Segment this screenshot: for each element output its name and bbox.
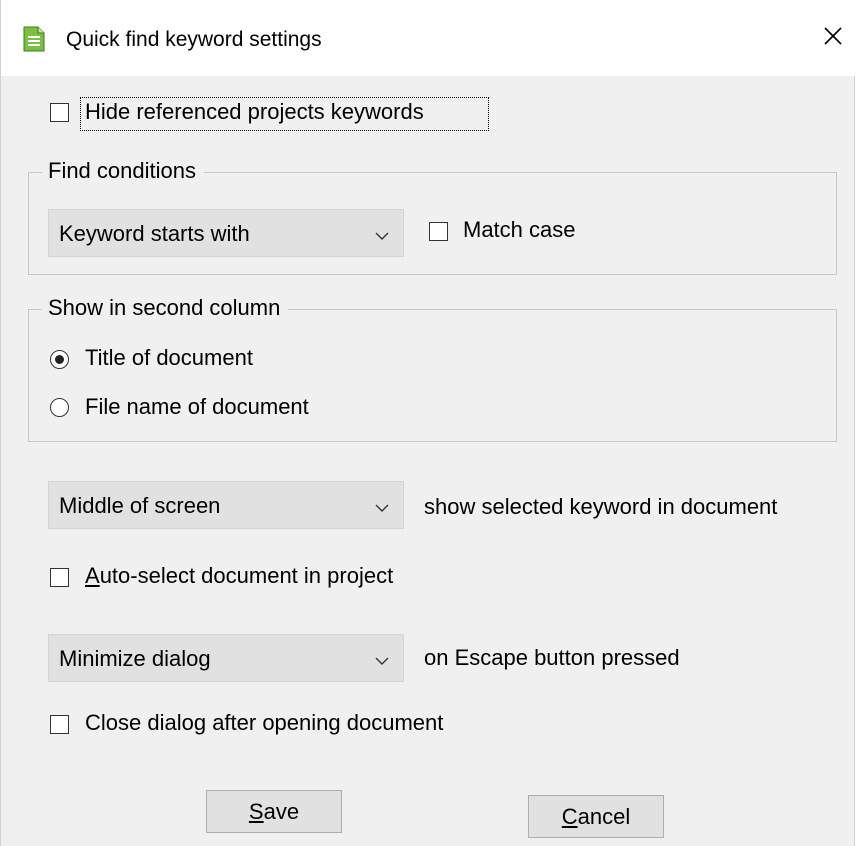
keyword-position-dropdown[interactable]: Middle of screen [48, 481, 404, 529]
cancel-label-rest: ancel [577, 803, 631, 829]
auto-select-checkbox[interactable] [50, 568, 69, 587]
file-name-of-document-label[interactable]: File name of document [85, 394, 309, 420]
title-bar: Quick find keyword settings [1, 0, 856, 76]
cancel-button-label: Cancel [562, 804, 630, 830]
save-label-rest: ave [263, 798, 300, 824]
chevron-down-icon [375, 228, 389, 240]
auto-select-mnemonic: A [85, 563, 100, 588]
match-case-checkbox[interactable] [429, 222, 448, 241]
close-icon [824, 26, 842, 50]
hide-referenced-label[interactable]: Hide referenced projects keywords [85, 99, 424, 125]
second-column-caption: Show in second column [42, 295, 289, 321]
keyword-position-value: Middle of screen [59, 493, 221, 518]
close-button[interactable] [813, 18, 853, 58]
auto-select-label-rest: uto-select document in project [99, 563, 394, 588]
cancel-button[interactable]: Cancel [528, 795, 664, 838]
match-case-label[interactable]: Match case [463, 217, 576, 243]
escape-action-value: Minimize dialog [59, 646, 211, 671]
escape-action-dropdown[interactable]: Minimize dialog [48, 634, 404, 682]
cancel-mnemonic: C [561, 803, 578, 829]
save-mnemonic: S [248, 798, 264, 824]
auto-select-label[interactable]: Auto-select document in project [85, 563, 393, 589]
radio-file-name-of-document[interactable] [50, 398, 69, 417]
escape-action-description: on Escape button pressed [424, 645, 680, 670]
save-button-label: Save [249, 799, 299, 825]
window-title: Quick find keyword settings [66, 28, 322, 51]
keyword-position-description: show selected keyword in document [424, 494, 778, 519]
settings-dialog: Quick find keyword settings Hide referen… [0, 0, 856, 846]
document-icon [23, 26, 45, 52]
radio-title-of-document[interactable] [50, 350, 69, 369]
find-conditions-caption: Find conditions [42, 158, 204, 184]
find-mode-value: Keyword starts with [59, 221, 250, 246]
second-column-group [28, 309, 837, 442]
find-mode-dropdown[interactable]: Keyword starts with [48, 209, 404, 257]
chevron-down-icon [375, 653, 389, 665]
hide-referenced-checkbox[interactable] [50, 103, 69, 122]
chevron-down-icon [375, 500, 389, 512]
save-button[interactable]: Save [206, 790, 342, 833]
title-of-document-label[interactable]: Title of document [85, 345, 253, 371]
close-after-open-checkbox[interactable] [50, 715, 69, 734]
close-after-open-label[interactable]: Close dialog after opening document [85, 710, 443, 736]
